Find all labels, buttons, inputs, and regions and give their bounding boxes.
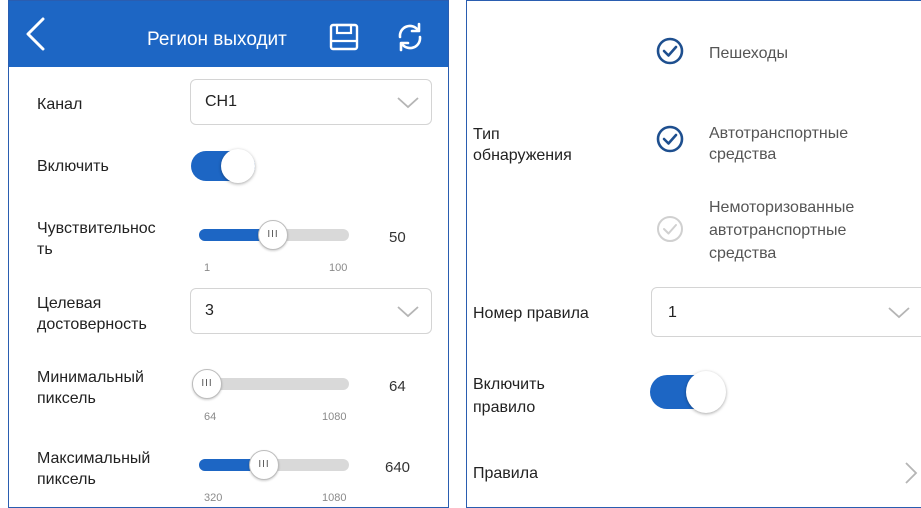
chevron-down-icon bbox=[397, 306, 419, 318]
sensitivity-label-line1: Чувствительнос bbox=[37, 220, 156, 237]
rules-link[interactable] bbox=[904, 461, 918, 485]
enable-rule-label-line2: правило bbox=[473, 399, 536, 416]
min-pixel-slider[interactable]: III bbox=[192, 369, 349, 399]
slider-thumb[interactable]: III bbox=[192, 369, 222, 399]
save-button[interactable] bbox=[329, 23, 359, 51]
page-title: Регион выходит bbox=[147, 29, 287, 50]
slider-thumb[interactable]: III bbox=[249, 450, 279, 480]
max-pixel-label-line1: Максимальный bbox=[37, 450, 151, 467]
rule-number-select[interactable]: 1 bbox=[651, 287, 921, 337]
sensitivity-max: 100 bbox=[329, 262, 348, 274]
pedestrians-label: Пешеходы bbox=[709, 45, 788, 62]
toggle-knob bbox=[221, 149, 255, 183]
check-circle-icon bbox=[657, 216, 683, 242]
sensitivity-value: 50 bbox=[389, 229, 406, 246]
slider-thumb[interactable]: III bbox=[258, 220, 288, 250]
back-button[interactable] bbox=[23, 17, 49, 51]
enable-rule-toggle[interactable] bbox=[650, 371, 728, 413]
min-pixel-label-line1: Минимальный bbox=[37, 369, 144, 386]
confidence-value: 3 bbox=[205, 302, 214, 319]
chevron-down-icon bbox=[397, 97, 419, 109]
non-motorized-label-line2: автотранспортные bbox=[709, 222, 847, 239]
rule-number-label: Номер правила bbox=[473, 305, 589, 322]
refresh-icon bbox=[398, 22, 422, 52]
sensitivity-min: 1 bbox=[204, 262, 211, 274]
non-motorized-label-line1: Немоторизованные bbox=[709, 199, 855, 216]
enable-label: Включить bbox=[37, 158, 109, 175]
toggle-knob bbox=[686, 371, 726, 413]
confidence-label-line1: Целевая bbox=[37, 295, 102, 312]
enable-toggle[interactable] bbox=[191, 149, 257, 183]
chevron-left-icon bbox=[26, 17, 45, 51]
chevron-down-icon bbox=[888, 307, 910, 319]
non-motorized-checkbox[interactable] bbox=[655, 214, 685, 244]
detection-type-label-line1: Тип bbox=[473, 126, 500, 143]
max-pixel-value: 640 bbox=[385, 459, 411, 476]
min-pixel-label-line2: пиксель bbox=[37, 390, 96, 407]
refresh-button[interactable] bbox=[394, 21, 426, 53]
max-pixel-label-line2: пиксель bbox=[37, 471, 96, 488]
channel-select[interactable]: CH1 bbox=[190, 79, 432, 125]
vehicles-label-line2: средства bbox=[709, 146, 777, 163]
detection-type-label-line2: обнаружения bbox=[473, 147, 572, 164]
pedestrians-checkbox[interactable] bbox=[655, 36, 685, 66]
vehicles-checkbox[interactable] bbox=[655, 124, 685, 154]
min-pixel-max: 1080 bbox=[322, 411, 347, 423]
sensitivity-slider[interactable]: III bbox=[199, 220, 349, 250]
app-header: Регион выходит bbox=[9, 1, 448, 67]
sensitivity-label-line2: ть bbox=[37, 241, 53, 258]
vehicles-label-line1: Автотранспортные bbox=[709, 125, 849, 142]
non-motorized-label-line3: средства bbox=[709, 245, 777, 262]
rules-label: Правила bbox=[473, 465, 538, 482]
channel-label: Канал bbox=[37, 96, 83, 113]
settings-panel-left: Регион выходит Канал CH1 Включить Чувств… bbox=[8, 0, 449, 508]
check-circle-icon bbox=[656, 37, 684, 65]
min-pixel-value: 64 bbox=[389, 378, 406, 395]
settings-panel-right: Тип обнаружения Пешеходы Автотранспортны… bbox=[466, 0, 921, 508]
max-pixel-min: 320 bbox=[204, 492, 223, 504]
check-circle-icon bbox=[656, 125, 684, 153]
confidence-select[interactable]: 3 bbox=[190, 288, 432, 334]
max-pixel-slider[interactable]: III bbox=[199, 450, 349, 480]
max-pixel-max: 1080 bbox=[322, 492, 347, 504]
channel-value: CH1 bbox=[205, 93, 238, 110]
chevron-right-icon bbox=[905, 462, 918, 484]
rule-number-value: 1 bbox=[668, 304, 677, 321]
confidence-label-line2: достоверность bbox=[37, 316, 147, 333]
min-pixel-min: 64 bbox=[204, 411, 217, 423]
enable-rule-label-line1: Включить bbox=[473, 376, 545, 393]
save-icon bbox=[329, 23, 359, 51]
